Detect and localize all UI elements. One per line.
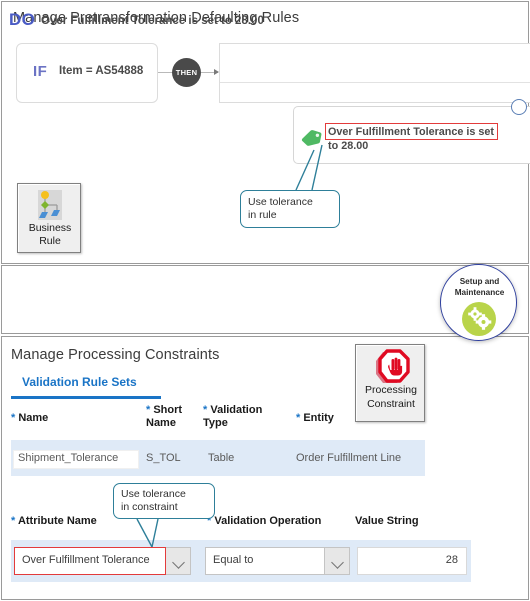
chevron-down-icon[interactable] — [324, 548, 349, 574]
processing-constraint-icon-button[interactable]: Processing Constraint — [355, 344, 425, 422]
business-rule-icon-button[interactable]: Business Rule — [17, 183, 81, 253]
business-rule-icon — [30, 189, 70, 223]
gears-icon — [462, 302, 496, 336]
then-node-label: THEN — [172, 58, 201, 87]
callout-rule-text: Use tolerance in rule — [248, 196, 313, 221]
do-panel-header — [220, 44, 530, 83]
field-label-value-string: Value String — [355, 515, 419, 527]
cell-value-entity: Order Fulfillment Line — [296, 452, 402, 464]
field-label-attribute-name: * Attribute Name — [11, 515, 97, 527]
validation-operation-value: Equal to — [213, 554, 254, 566]
do-action-text: Over Fulfillment Tolerance is set to 28.… — [41, 15, 264, 27]
callout-use-tolerance-in-constraint: Use tolerance in constraint — [113, 483, 215, 519]
business-rule-icon-label: Business Rule — [28, 222, 72, 247]
callout-constraint-text: Use tolerance in constraint — [121, 488, 186, 513]
setup-and-maintenance-badge[interactable]: Setup and Maintenance — [440, 264, 517, 341]
column-header-short-name: * Short Name — [146, 404, 183, 429]
do-keyword-label: DO — [9, 10, 36, 29]
value-string-input[interactable]: 28 — [357, 547, 467, 575]
value-string-value: 28 — [445, 554, 458, 566]
do-action-panel — [219, 43, 530, 103]
if-keyword-label: IF — [33, 63, 48, 80]
pretransformation-rules-panel: Manage Pretransformation Defaulting Rule… — [1, 1, 530, 264]
action-card-text: Over Fulfillment Tolerance is set to 28.… — [328, 126, 495, 152]
processing-constraint-icon-label: Processing Constraint — [365, 384, 417, 410]
if-expression-text: Item = AS54888 — [59, 65, 144, 77]
column-header-name: * Name — [11, 412, 49, 424]
screenshot-root: Manage Pretransformation Defaulting Rule… — [0, 0, 530, 601]
field-label-validation-operation: * Validation Operation — [207, 515, 322, 527]
tab-validation-rule-sets[interactable]: Validation Rule Sets — [22, 375, 137, 389]
page-title-processing-constraints: Manage Processing Constraints — [11, 347, 220, 363]
validation-operation-select[interactable]: Equal to — [205, 547, 350, 575]
cell-value-name: Shipment_Tolerance — [18, 452, 119, 464]
column-header-validation-type: * Validation Type — [203, 404, 263, 429]
column-header-entity: * Entity — [296, 412, 334, 424]
attribute-name-select[interactable]: Over Fulfillment Tolerance — [14, 547, 191, 575]
cell-value-short-name: S_TOL — [146, 452, 181, 464]
chevron-down-icon[interactable] — [165, 548, 190, 574]
connection-point-circle-icon[interactable] — [511, 99, 527, 115]
tab-active-underline — [11, 396, 161, 399]
callout-use-tolerance-in-rule: Use tolerance in rule — [240, 190, 340, 228]
tag-icon — [301, 129, 323, 149]
attribute-name-value: Over Fulfillment Tolerance — [22, 554, 150, 566]
setup-badge-label: Setup and Maintenance — [454, 277, 505, 297]
if-condition-card[interactable]: IF Item = AS54888 — [16, 43, 158, 103]
cell-value-validation-type: Table — [208, 452, 235, 464]
stop-hand-icon — [373, 349, 411, 385]
